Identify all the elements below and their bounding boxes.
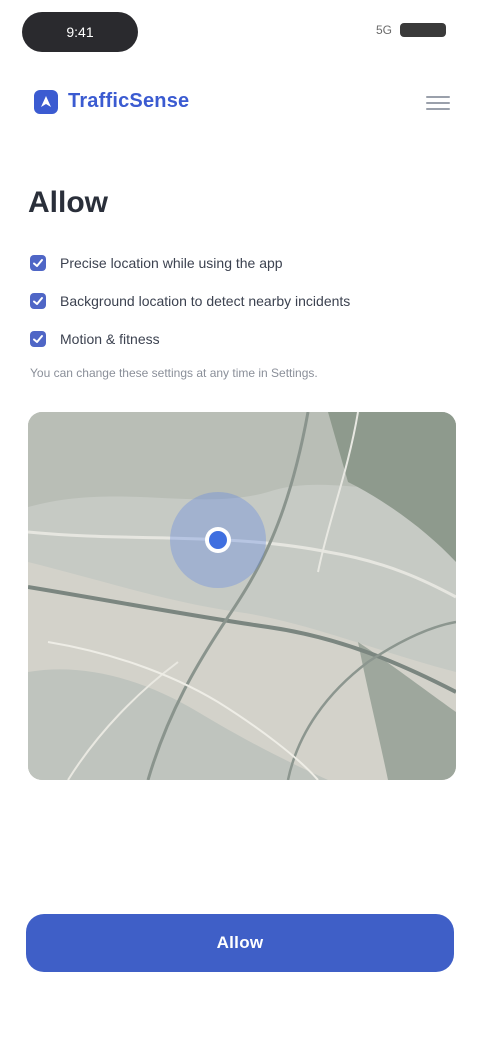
status-bar: 9:41 5G — [0, 0, 480, 64]
permission-list: Precise location while using the app Bac… — [30, 244, 430, 358]
status-time: 9:41 — [22, 12, 138, 52]
permission-label: Precise location while using the app — [60, 255, 283, 271]
page-title: Allow — [28, 186, 108, 219]
permission-item: Background location to detect nearby inc… — [30, 282, 430, 320]
location-map[interactable] — [28, 412, 456, 780]
map-image — [28, 412, 456, 780]
signal-indicator: 5G — [375, 23, 392, 37]
brand-logo-icon — [34, 90, 58, 114]
permission-item: Motion & fitness — [30, 320, 430, 358]
check-icon — [30, 293, 46, 309]
check-icon — [30, 331, 46, 347]
status-indicators: 5G — [376, 22, 446, 38]
menu-icon[interactable] — [426, 92, 450, 112]
permission-note: You can change these settings at any tim… — [30, 366, 318, 380]
check-icon — [30, 255, 46, 271]
permission-label: Motion & fitness — [60, 331, 160, 347]
permission-label: Background location to detect nearby inc… — [60, 293, 351, 309]
battery-icon — [400, 23, 446, 37]
permission-item: Precise location while using the app — [30, 244, 430, 282]
allow-button[interactable]: Allow — [26, 914, 454, 972]
brand-name: TrafficSense — [68, 90, 190, 112]
app-header: TrafficSense — [0, 78, 480, 124]
